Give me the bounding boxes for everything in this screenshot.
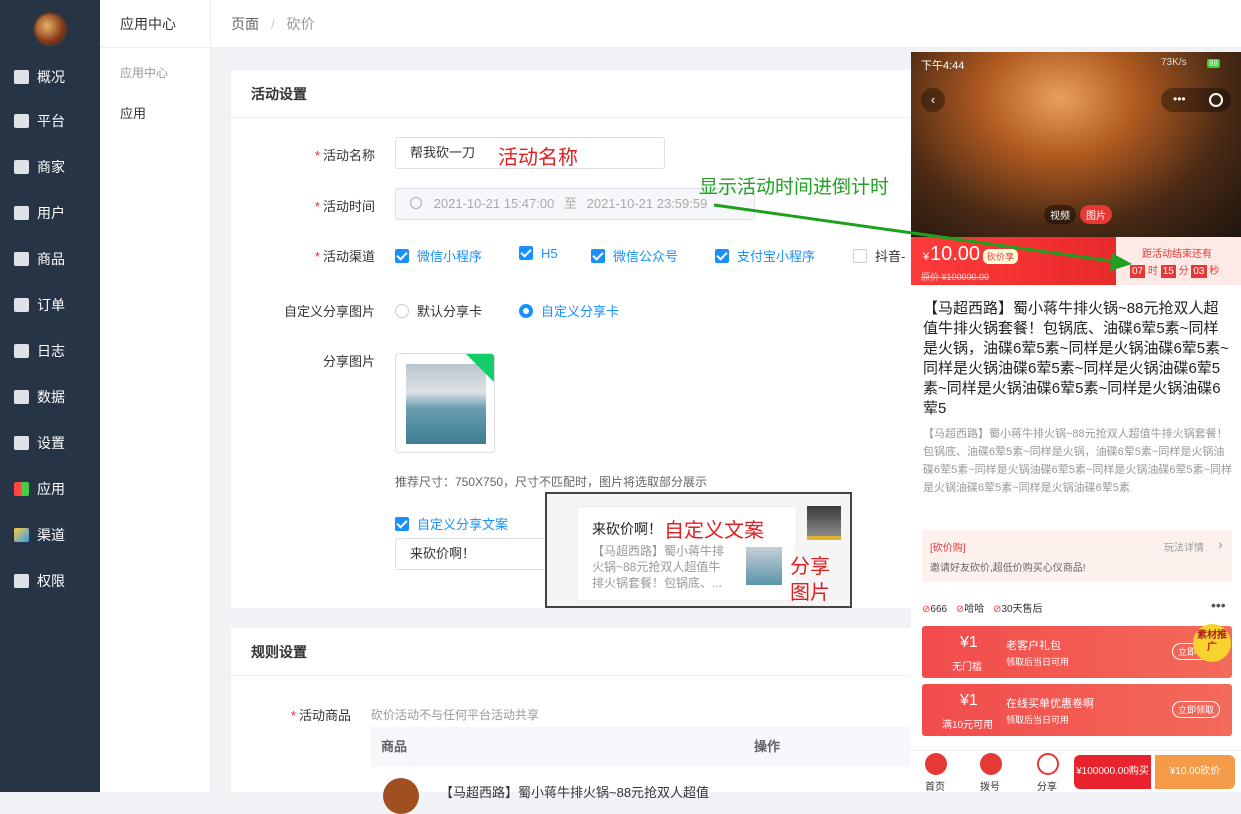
annotation-arrow bbox=[713, 203, 1132, 271]
arrow-line bbox=[713, 203, 1119, 264]
arrow-head bbox=[1110, 253, 1132, 271]
